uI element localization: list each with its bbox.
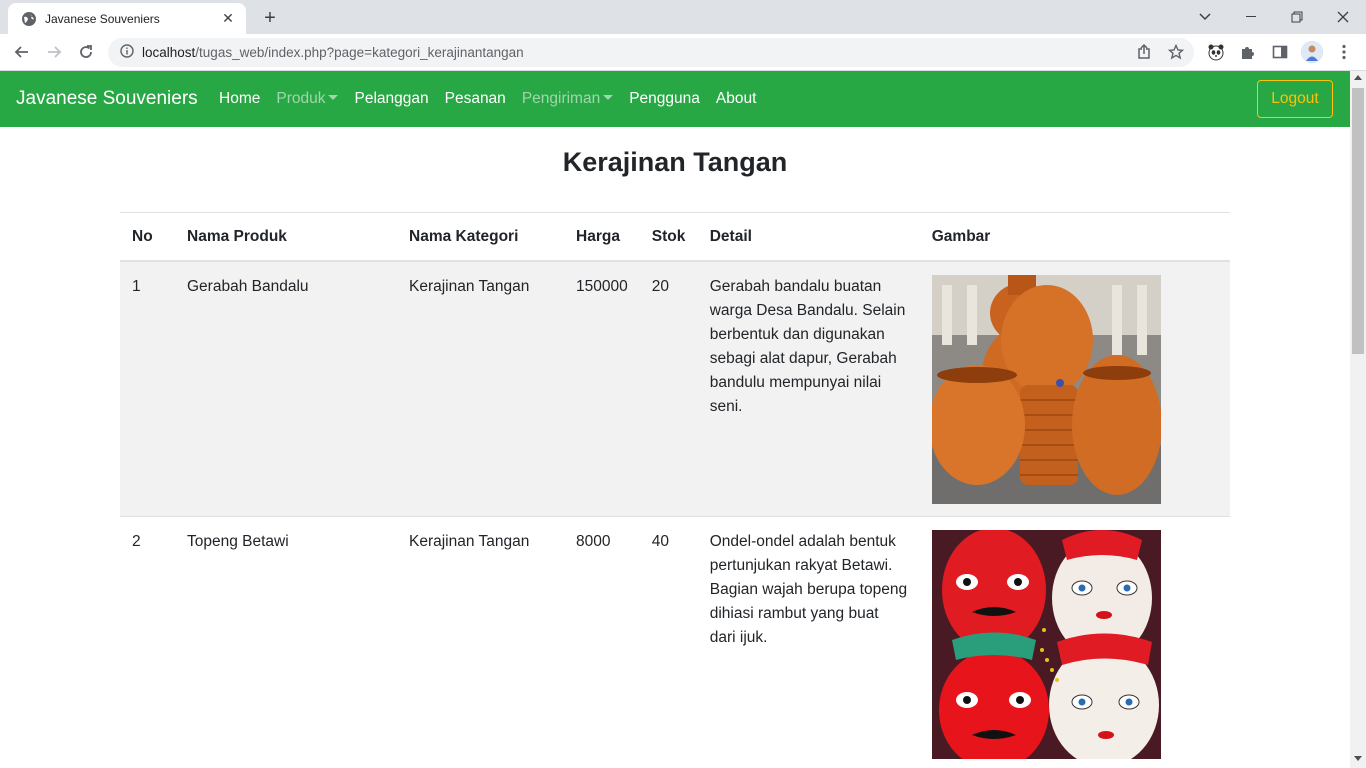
column-header: Nama Produk [175,212,397,262]
page-title: Kerajinan Tangan [562,147,788,177]
address-bar[interactable]: localhost/tugas_web/index.php?page=kateg… [108,38,1194,67]
cell-detail: Gerabah bandalu buatan warga Desa Bandal… [697,260,920,517]
main-navbar: Javanese Souveniers Home Produk Pelangga… [0,71,1350,127]
cell-nama-kategori: Kerajinan Tangan [397,516,564,768]
close-tab-icon[interactable]: ✕ [220,10,236,27]
bookmark-star-icon[interactable] [1165,41,1187,63]
table-row: 2 Topeng Betawi Kerajinan Tangan 8000 40… [120,516,1230,768]
tab-title: Javanese Souveniers [45,11,160,26]
column-header: Stok [639,212,698,262]
main-content: Kerajinan Tangan No Nama Produk Nama Kat… [0,127,1350,768]
nav-dropdown-produk[interactable]: Produk [268,90,346,108]
minimize-button[interactable] [1228,0,1274,34]
table-header-row: No Nama Produk Nama Kategori Harga Stok … [120,212,1230,262]
cell-harga: 8000 [564,516,640,768]
cell-nama-kategori: Kerajinan Tangan [397,260,564,517]
browser-tab[interactable]: Javanese Souveniers ✕ [8,3,246,34]
caret-down-icon [328,95,339,100]
cell-stok: 40 [639,516,698,768]
page-scrollbar[interactable] [1350,71,1366,768]
browser-menu-icon[interactable] [1333,41,1355,63]
scroll-down-arrow-icon[interactable] [1354,756,1362,761]
cell-no: 2 [120,516,175,768]
nav-link-pelanggan[interactable]: Pelanggan [346,90,436,108]
nav-link-pengguna[interactable]: Pengguna [621,90,708,108]
browser-toolbar: localhost/tugas_web/index.php?page=kateg… [0,34,1366,71]
tab-search-icon[interactable] [1182,0,1228,34]
column-header: Gambar [919,212,1230,262]
mask-image [931,530,1161,759]
cell-stok: 20 [639,260,698,517]
products-table: No Nama Produk Nama Kategori Harga Stok … [120,212,1230,768]
cell-no: 1 [120,260,175,517]
new-tab-button[interactable]: + [258,6,282,30]
logout-button[interactable]: Logout [1257,80,1333,118]
close-window-button[interactable] [1320,0,1366,34]
browser-tab-strip: Javanese Souveniers ✕ + [0,0,1366,34]
table-row: 1 Gerabah Bandalu Kerajinan Tangan 15000… [120,260,1230,517]
column-header: No [120,212,175,262]
restore-button[interactable] [1274,0,1320,34]
nav-link-pesanan[interactable]: Pesanan [437,90,514,108]
cell-detail: Ondel-ondel adalah bentuk pertunjukan ra… [697,516,920,768]
nav-link-home[interactable]: Home [211,90,268,108]
nav-dropdown-pengiriman[interactable]: Pengiriman [514,90,621,108]
scroll-up-arrow-icon[interactable] [1354,75,1362,80]
back-icon[interactable] [8,38,36,66]
column-header: Harga [564,212,640,262]
forward-icon[interactable] [40,38,68,66]
profile-avatar[interactable] [1301,41,1323,63]
share-icon[interactable] [1133,41,1155,63]
extension-panda-icon[interactable] [1205,41,1227,63]
nav-links: Home Produk Pelanggan Pesanan Pengiriman… [211,71,764,127]
cell-nama-produk: Topeng Betawi [175,516,397,768]
extensions-puzzle-icon[interactable] [1237,41,1259,63]
scrollbar-thumb[interactable] [1352,88,1364,354]
globe-icon [21,11,37,27]
pottery-image [931,275,1161,504]
column-header: Nama Kategori [397,212,564,262]
caret-down-icon [603,95,614,100]
cell-gambar [919,260,1230,517]
nav-link-about[interactable]: About [708,90,765,108]
navbar-brand[interactable]: Javanese Souveniers [16,71,198,127]
url-text: localhost/tugas_web/index.php?page=kateg… [142,45,524,60]
cell-nama-produk: Gerabah Bandalu [175,260,397,517]
column-header: Detail [697,212,920,262]
reload-icon[interactable] [72,38,100,66]
side-panel-icon[interactable] [1269,41,1291,63]
cell-harga: 150000 [564,260,640,517]
cell-gambar [919,516,1230,768]
info-icon[interactable] [120,44,134,61]
